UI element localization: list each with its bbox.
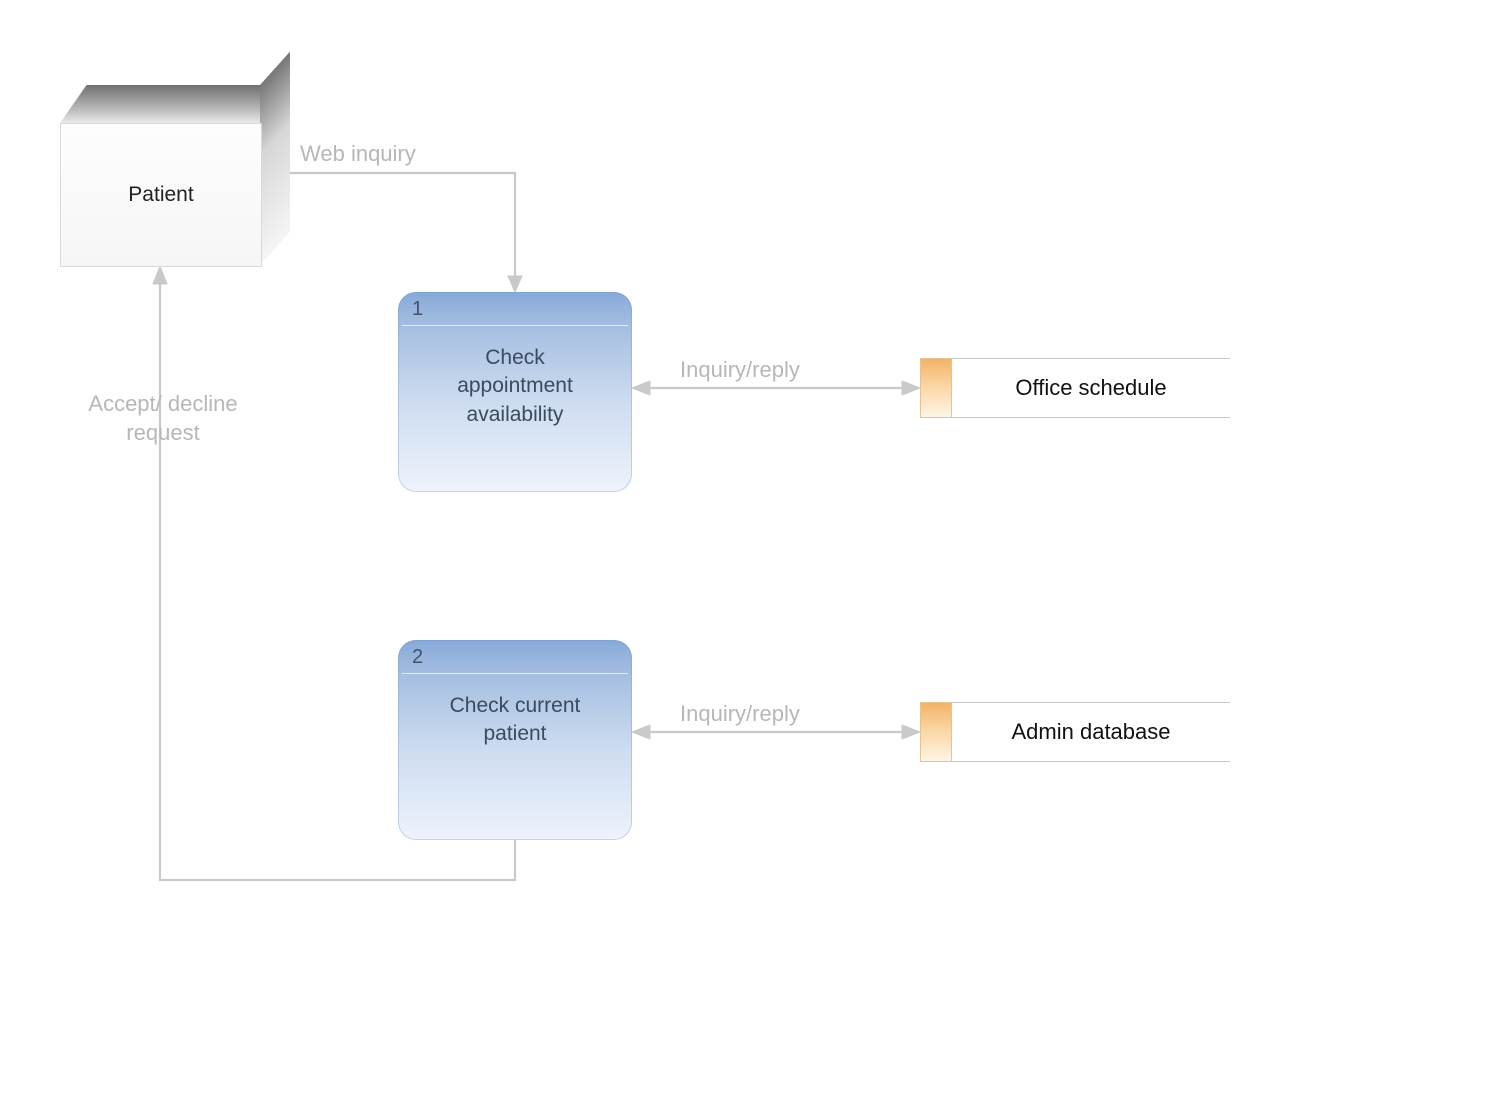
process-check-appointment: 1 Checkappointmentavailability (398, 292, 632, 492)
arrow-ir1-right (902, 381, 920, 395)
process-1-label: Checkappointmentavailability (398, 326, 632, 457)
datastore-2-tab (920, 702, 952, 762)
process-1-number: 1 (398, 292, 632, 325)
edge-label-web-inquiry: Web inquiry (300, 140, 416, 169)
diagram-canvas: Patient 1 Checkappointmentavailability 2… (0, 0, 1506, 1112)
datastore-office-schedule: Office schedule (920, 358, 1230, 418)
datastore-1-label: Office schedule (952, 358, 1230, 418)
arrow-ir2-right (902, 725, 920, 739)
datastore-admin-database: Admin database (920, 702, 1230, 762)
process-2-label: Check currentpatient (398, 674, 632, 777)
patient-label: Patient (128, 183, 193, 207)
process-2-number: 2 (398, 640, 632, 673)
external-entity-patient: Patient (60, 85, 260, 265)
edge-label-accept-decline: Accept/ decline request (78, 390, 248, 447)
cube-side-face (260, 52, 290, 265)
process-check-current-patient: 2 Check currentpatient (398, 640, 632, 840)
edge-web-inquiry (260, 173, 515, 284)
datastore-1-tab (920, 358, 952, 418)
edge-label-inquiry-reply-2: Inquiry/reply (680, 700, 800, 729)
edge-label-inquiry-reply-1: Inquiry/reply (680, 356, 800, 385)
datastore-2-label: Admin database (952, 702, 1230, 762)
arrow-ir1-left (632, 381, 650, 395)
arrow-web-inquiry (508, 276, 522, 292)
cube-front-face: Patient (60, 123, 262, 267)
arrow-accept-decline (153, 266, 167, 284)
cube-top-face (60, 85, 287, 123)
arrow-ir2-left (632, 725, 650, 739)
